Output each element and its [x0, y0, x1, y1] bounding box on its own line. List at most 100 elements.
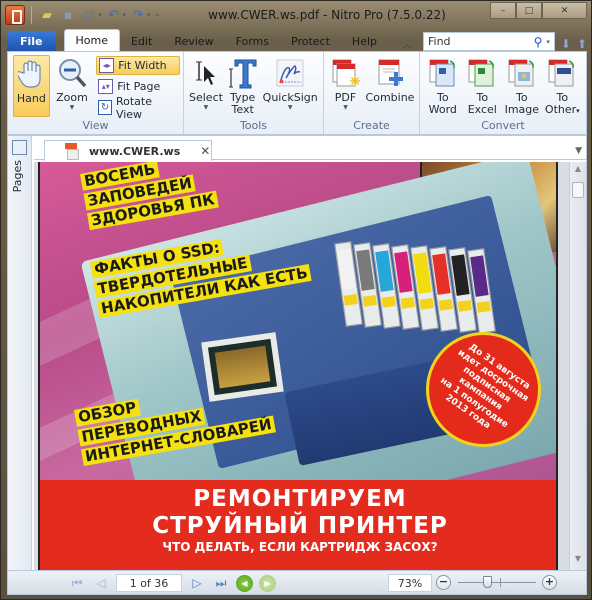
app-window: ▰ ▪ ▤ ▾ ↶ ▾ ↷ ▾ ⩡ www.CWER.ws.pdf - Nitr…: [0, 0, 592, 600]
fit-page-button[interactable]: ▴▾ Fit Page: [96, 77, 180, 96]
collapse-ribbon-icon[interactable]: ︿: [402, 36, 417, 51]
fit-width-icon: ◂▸: [99, 58, 115, 73]
cartridge-sticker: [343, 293, 358, 306]
cartridge-sticker: [419, 297, 434, 310]
scrollbar-thumb[interactable]: [572, 182, 584, 198]
type-text-icon: [228, 57, 258, 89]
group-label-convert: Convert: [481, 119, 525, 132]
pdf-page: ВОСЕМЬ ЗАПОВЕДЕЙ ЗДОРОВЬЯ ПК ФАКТЫ О SSD…: [38, 162, 558, 570]
cover-red-banner: РЕМОНТИРУЕМ СТРУЙНЫЙ ПРИНТЕР ЧТО ДЕЛАТЬ,…: [40, 480, 556, 570]
page-number-input[interactable]: 1 of 36: [116, 574, 182, 592]
zoom-in-icon[interactable]: +: [542, 575, 557, 590]
tab-help[interactable]: Help: [341, 31, 388, 51]
cartridge-label: [470, 255, 489, 297]
to-image-button[interactable]: To Image: [504, 55, 540, 117]
find-options-dropdown-icon[interactable]: ▾: [546, 38, 550, 46]
tab-home[interactable]: Home: [63, 29, 120, 51]
page-navigation: ⏮ ◁ 1 of 36 ▷ ⏭ ◀ ▶: [68, 574, 276, 592]
last-page-icon[interactable]: ⏭: [212, 574, 230, 592]
combine-icon: [375, 57, 405, 89]
to-excel-button[interactable]: To Excel: [465, 55, 501, 117]
rotate-view-label: Rotate View: [115, 94, 152, 121]
banner-title-line-2: СТРУЙНЫЙ ПРИНТЕР: [152, 513, 448, 539]
select-button[interactable]: Select ▼: [189, 55, 223, 117]
to-excel-label-2: Excel: [467, 103, 497, 116]
ribbon-home: Hand Zoom ▼ ◂▸ Fit Width ▴▾ Fit Page ↻ R…: [7, 51, 587, 135]
cartridge-label: [451, 254, 470, 296]
document-tab[interactable]: www.CWER.ws ✕: [44, 140, 212, 161]
tab-file[interactable]: File: [7, 31, 56, 51]
group-label-view: View: [82, 119, 109, 132]
cartridge-label: [413, 252, 432, 294]
select-cursor-icon: [191, 57, 221, 89]
create-pdf-button[interactable]: PDF ▼: [329, 55, 362, 117]
pdf-viewer[interactable]: ВОСЕМЬ ЗАПОВЕДЕЙ ЗДОРОВЬЯ ПК ФАКТЫ О SSD…: [34, 162, 586, 570]
zoom-label: Zoom: [56, 91, 88, 104]
tab-list-dropdown-icon[interactable]: ▼: [575, 146, 582, 156]
create-pdf-dropdown-icon: ▼: [343, 104, 348, 111]
zoom-slider-midmark: [500, 578, 501, 587]
cartridge-label: [356, 249, 375, 291]
next-view-icon[interactable]: ▶: [259, 574, 276, 592]
find-navigation: ⬇ ⬆: [561, 37, 587, 51]
select-dropdown-icon: ▼: [203, 104, 209, 111]
excel-document-icon: [467, 57, 497, 89]
cartridge-sticker: [457, 299, 472, 312]
type-text-button[interactable]: Type Text: [227, 55, 258, 117]
previous-view-icon[interactable]: ◀: [236, 574, 253, 592]
tab-edit[interactable]: Edit: [120, 31, 163, 51]
to-word-button[interactable]: To Word: [425, 55, 461, 117]
cartridge-sticker: [381, 295, 396, 308]
title-bar: ▰ ▪ ▤ ▾ ↶ ▾ ↷ ▾ ⩡ www.CWER.ws.pdf - Nitr…: [1, 1, 592, 29]
vertical-scrollbar[interactable]: ▲ ▼: [569, 162, 586, 570]
zoom-button[interactable]: Zoom ▼: [54, 55, 91, 117]
combine-button[interactable]: Combine: [366, 55, 414, 117]
fit-page-label: Fit Page: [117, 80, 161, 93]
find-input[interactable]: Find ⚲ ▾: [423, 32, 555, 51]
tab-protect[interactable]: Protect: [280, 31, 341, 51]
cartridge-sticker: [362, 294, 377, 307]
scroll-down-arrow-icon[interactable]: ▼: [570, 554, 586, 568]
find-placeholder: Find: [428, 35, 451, 48]
pages-panel-tab[interactable]: Pages: [8, 136, 32, 570]
cartridge-sticker: [400, 296, 415, 309]
rotate-view-button[interactable]: ↻ Rotate View: [96, 95, 180, 121]
zoom-dropdown-icon: ▼: [69, 104, 75, 111]
hand-icon: [16, 58, 46, 90]
close-button[interactable]: ✕: [542, 2, 587, 19]
hand-button[interactable]: Hand: [13, 55, 50, 117]
view-small-buttons: ◂▸ Fit Width ▴▾ Fit Page ↻ Rotate View: [96, 56, 180, 121]
zoom-slider-track[interactable]: [458, 582, 536, 583]
to-other-button[interactable]: To Other▾: [544, 55, 581, 117]
next-page-icon[interactable]: ▷: [188, 574, 206, 592]
cartridge-label: [432, 253, 451, 295]
cartridge-sticker: [476, 300, 491, 313]
group-tools: Select ▼ Type Text QuickSign ▼ Tools: [184, 52, 324, 134]
banner-subtitle: ЧТО ДЕЛАТЬ, ЕСЛИ КАРТРИДЖ ЗАСОХ?: [162, 540, 438, 554]
find-next-icon[interactable]: ⬇: [561, 37, 571, 51]
search-icon[interactable]: ⚲: [534, 35, 543, 49]
word-document-icon: [428, 57, 458, 89]
cartridge-label: [337, 248, 356, 290]
zoom-slider-thumb[interactable]: [482, 576, 492, 588]
tab-forms[interactable]: Forms: [225, 31, 280, 51]
fit-width-button[interactable]: ◂▸ Fit Width: [96, 56, 180, 75]
tab-review[interactable]: Review: [163, 31, 224, 51]
quicksign-button[interactable]: QuickSign ▼: [262, 55, 318, 117]
select-label: Select: [189, 91, 223, 104]
find-previous-icon[interactable]: ⬆: [577, 37, 587, 51]
document-area: Pages www.CWER.ws ✕ ▼ ВОСЕМЬ ЗАПОВЕДЕЙ З…: [7, 135, 587, 571]
first-page-icon[interactable]: ⏮: [68, 574, 86, 592]
create-pdf-icon: [331, 57, 361, 89]
group-convert: To Word To Excel To Image To Other▾ Conv…: [420, 52, 586, 134]
close-tab-icon[interactable]: ✕: [200, 144, 210, 158]
window-controls: – □ ✕: [490, 2, 587, 19]
zoom-out-icon[interactable]: −: [436, 575, 451, 590]
rotate-icon: ↻: [98, 100, 112, 115]
previous-page-icon[interactable]: ◁: [92, 574, 110, 592]
zoom-level-input[interactable]: 73%: [388, 574, 432, 592]
scroll-up-arrow-icon[interactable]: ▲: [570, 164, 586, 178]
banner-title-line-1: РЕМОНТИРУЕМ: [193, 486, 407, 512]
minimize-button[interactable]: –: [490, 2, 516, 19]
maximize-button[interactable]: □: [516, 2, 542, 19]
